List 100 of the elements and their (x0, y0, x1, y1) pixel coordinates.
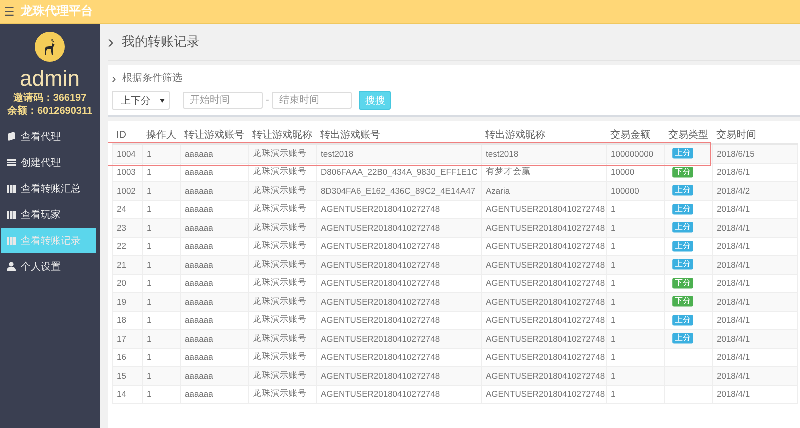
table-cell: 1 (606, 366, 664, 385)
table-cell: 15 (112, 366, 142, 385)
app-title: 龙珠代理平台 (20, 3, 93, 20)
start-time-field[interactable]: 开始时间 (183, 92, 263, 109)
end-time-field[interactable]: 结束时间 (272, 92, 352, 109)
table-cell: AGENTUSER20180410272748 (482, 385, 606, 404)
table-cell: 1 (142, 182, 180, 200)
sidebar-item[interactable]: 个人设置 (1, 254, 96, 279)
column-header: 转让游戏账号 (180, 127, 248, 144)
caret-icon (160, 98, 165, 102)
grid-icon (7, 236, 16, 244)
table-cell: 龙珠演示账号 (248, 256, 316, 274)
column-header: 交易金额 (606, 127, 664, 144)
table-cell: AGENTUSER20180410272748 (482, 366, 606, 385)
type-badge: 上分 (672, 315, 694, 326)
table-cell: aaaaaa (180, 385, 248, 404)
table-cell: 23 (112, 218, 142, 237)
balance: 余额：6012690311 (7, 105, 93, 118)
table-cell: AGENTUSER20180410272748 (316, 330, 482, 348)
separator: - (266, 95, 270, 106)
filter-title: 根据条件筛选 (122, 72, 182, 85)
type-badge: 上分 (672, 241, 694, 252)
table-cell: AGENTUSER20180410272748 (482, 218, 606, 237)
table-cell: 1 (606, 256, 664, 274)
table-cell: aaaaaa (180, 330, 248, 348)
username: admin (20, 66, 80, 92)
table-cell: 1 (606, 292, 664, 311)
table-cell: 100000 (606, 182, 664, 200)
table-cell: 17 (112, 330, 142, 348)
table-cell: aaaaaa (180, 292, 248, 311)
table-cell: 1 (142, 256, 180, 274)
type-select[interactable]: 上下分 (112, 91, 170, 110)
table-cell: AGENTUSER20180410272748 (482, 330, 606, 348)
table-cell: 龙珠演示账号 (248, 385, 316, 404)
table-cell: AGENTUSER20180410272748 (316, 366, 482, 385)
table-cell: 1 (606, 218, 664, 237)
table-cell: 2018/6/15 (712, 144, 798, 163)
table-cell: 龙珠演示账号 (248, 330, 316, 348)
table-cell: 1 (142, 330, 180, 348)
table-cell: Azaria (482, 182, 606, 200)
type-badge: 上分 (672, 204, 694, 214)
table-cell: AGENTUSER20180410272748 (316, 385, 482, 404)
table-cell: 19 (112, 292, 142, 311)
table-cell: AGENTUSER20180410272748 (316, 256, 482, 274)
type-badge: 上分 (672, 222, 694, 233)
chevron-icon: › (108, 33, 114, 51)
list-icon (7, 158, 16, 167)
type-badge: 上分 (672, 260, 694, 270)
table-cell: aaaaaa (180, 256, 248, 274)
table-cell: 龙珠演示账号 (248, 144, 316, 163)
table-cell: aaaaaa (180, 182, 248, 200)
table-cell: 2018/4/2 (712, 182, 798, 200)
table-cell: 2018/4/1 (712, 330, 798, 348)
table-cell: 2018/4/1 (712, 256, 798, 274)
table-cell: AGENTUSER20180410272748 (482, 292, 606, 311)
table-cell: 2018/4/1 (712, 366, 798, 385)
type-badge: 上分 (672, 148, 694, 159)
column-header: 转让游戏昵称 (248, 127, 316, 144)
table-cell: test2018 (482, 144, 606, 163)
table-cell: 1 (142, 366, 180, 385)
type-badge: 上分 (672, 186, 694, 196)
table-cell: 1 (606, 385, 664, 404)
type-badge: 下分 (672, 167, 694, 178)
table-cell: 100000000 (606, 144, 664, 163)
table-cell: 1 (142, 144, 180, 163)
table-cell: 1 (142, 292, 180, 311)
column-header: 操作人 (142, 127, 180, 144)
table-cell: AGENTUSER20180410272748 (316, 218, 482, 237)
table-cell: aaaaaa (180, 218, 248, 237)
table-cell: 1 (142, 385, 180, 404)
sidebar-item[interactable]: 创建代理 (1, 150, 96, 175)
table-cell: 1 (606, 330, 664, 348)
table-cell: 龙珠演示账号 (248, 292, 316, 311)
menu-icon[interactable]: ☰ (4, 6, 15, 18)
table-cell: 龙珠演示账号 (248, 218, 316, 237)
table-cell: 龙珠演示账号 (248, 366, 316, 385)
grid-icon (7, 210, 16, 218)
table-cell: 龙珠演示账号 (248, 182, 316, 200)
sidebar-item[interactable]: 查看玩家 (1, 202, 96, 227)
sidebar-item[interactable]: 查看代理 (1, 124, 96, 149)
sidebar-item[interactable]: 查看转账汇总 (1, 176, 96, 201)
type-badge: 下分 (672, 278, 694, 288)
table-cell: 1002 (112, 182, 142, 200)
table-cell: 1 (142, 218, 180, 237)
table-cell: 8D304FA6_E162_436C_89C2_4E14A47 (316, 182, 482, 200)
table-cell: 2018/4/1 (712, 385, 798, 404)
table-cell: 2018/4/1 (712, 218, 798, 237)
column-header: 转出游戏昵称 (482, 127, 606, 144)
table-cell: AGENTUSER20180410272748 (482, 256, 606, 274)
table-cell: aaaaaa (180, 144, 248, 163)
table-cell: 14 (112, 385, 142, 404)
page-title: 我的转账记录 (122, 33, 200, 51)
user-icon (7, 262, 16, 271)
table-cell: test2018 (316, 144, 482, 163)
type-badge: 上分 (672, 334, 694, 344)
table-cell: 21 (112, 256, 142, 274)
column-header: 交易时间 (712, 127, 798, 144)
grid-icon (7, 184, 16, 192)
column-header: ID (112, 127, 142, 144)
table-cell: aaaaaa (180, 366, 248, 385)
